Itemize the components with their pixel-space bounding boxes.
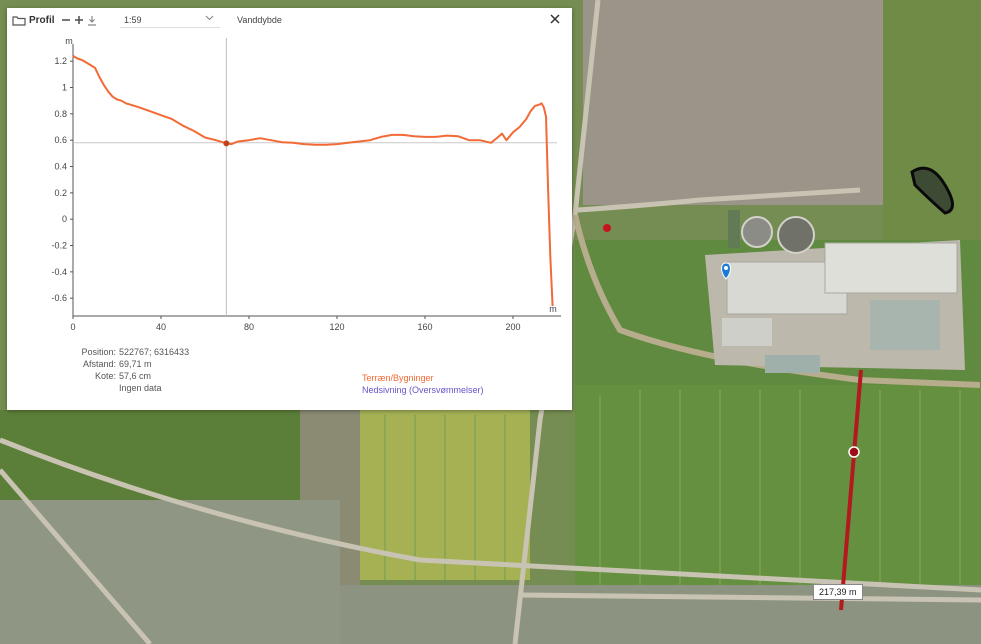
- elevation-value: 57,6 cm: [119, 371, 152, 381]
- close-icon: [550, 14, 560, 24]
- measure-start-point[interactable]: [603, 224, 611, 232]
- scale-select[interactable]: 1:59: [120, 12, 220, 28]
- x-tick-label: 160: [417, 322, 432, 332]
- position-label: Position:: [81, 347, 116, 357]
- y-tick-label: 0.6: [54, 135, 67, 145]
- zoom-out-icon[interactable]: [61, 11, 71, 29]
- y-tick-label: 1: [62, 83, 67, 93]
- layer-label: Vanddybde: [237, 15, 282, 25]
- chart-legend: Terræn/Bygninger Nedsivning (Oversvømmel…: [362, 372, 484, 396]
- y-tick-label: 1.2: [54, 56, 67, 66]
- map-field-green-ne: [883, 0, 981, 240]
- cursor-info: Position: 522767; 6316433 Afstand: 69,71 m…: [67, 346, 189, 394]
- distance-label: Afstand:: [82, 359, 116, 369]
- x-tick-label: 200: [505, 322, 520, 332]
- position-value: 522767; 6316433: [119, 347, 190, 357]
- elevation-label: Kote:: [94, 371, 116, 381]
- chevron-down-icon: [205, 13, 214, 24]
- y-tick-label: 0.4: [54, 162, 67, 172]
- y-tick-label: 0.2: [54, 188, 67, 198]
- profile-chart[interactable]: 1.2 1 0.8 0.6 0.4 0.2 0 -0.2 -0.4 -0.6 0 40 80 120 160…: [7, 32, 572, 332]
- y-tick-label: 0.8: [54, 109, 67, 119]
- close-button[interactable]: [548, 12, 562, 26]
- measure-distance-label: 217,39 m: [813, 584, 863, 600]
- y-tick-label: -0.6: [51, 293, 67, 303]
- legend-item-seepage[interactable]: Nedsivning (Oversvømmelser): [362, 384, 484, 396]
- legend-item-terrain[interactable]: Terræn/Bygninger: [362, 372, 484, 384]
- scale-value: 1:59: [124, 14, 142, 25]
- profile-toolbar: Profil: [7, 8, 572, 32]
- download-icon[interactable]: [87, 11, 97, 29]
- x-tick-label: 80: [244, 322, 254, 332]
- x-tick-label: 40: [156, 322, 166, 332]
- no-data-text: Ingen data: [119, 383, 162, 393]
- panel-title: Profil: [29, 14, 55, 26]
- cursor-point: [223, 140, 230, 147]
- y-tick-label: -0.2: [51, 241, 67, 251]
- x-tick-label: 0: [70, 322, 75, 332]
- map-field-grey-south: [340, 585, 981, 644]
- folder-icon[interactable]: [12, 11, 26, 29]
- map-field-bare: [583, 0, 883, 205]
- map-field-grey-sw: [0, 500, 340, 644]
- measure-cursor-point[interactable]: [848, 446, 860, 458]
- y-tick-label: -0.4: [51, 267, 67, 277]
- x-tick-label: 120: [329, 322, 344, 332]
- y-tick-label: 0: [62, 214, 67, 224]
- profile-panel: Profil 1:59 Vanddybde 1.2 1 0.8 0.6 0.4 0.2 0 -…: [7, 8, 572, 410]
- y-unit-label: m: [65, 36, 73, 46]
- zoom-in-icon[interactable]: [74, 11, 84, 29]
- series-line-0[interactable]: [72, 55, 554, 307]
- distance-value: 69,71 m: [119, 359, 152, 369]
